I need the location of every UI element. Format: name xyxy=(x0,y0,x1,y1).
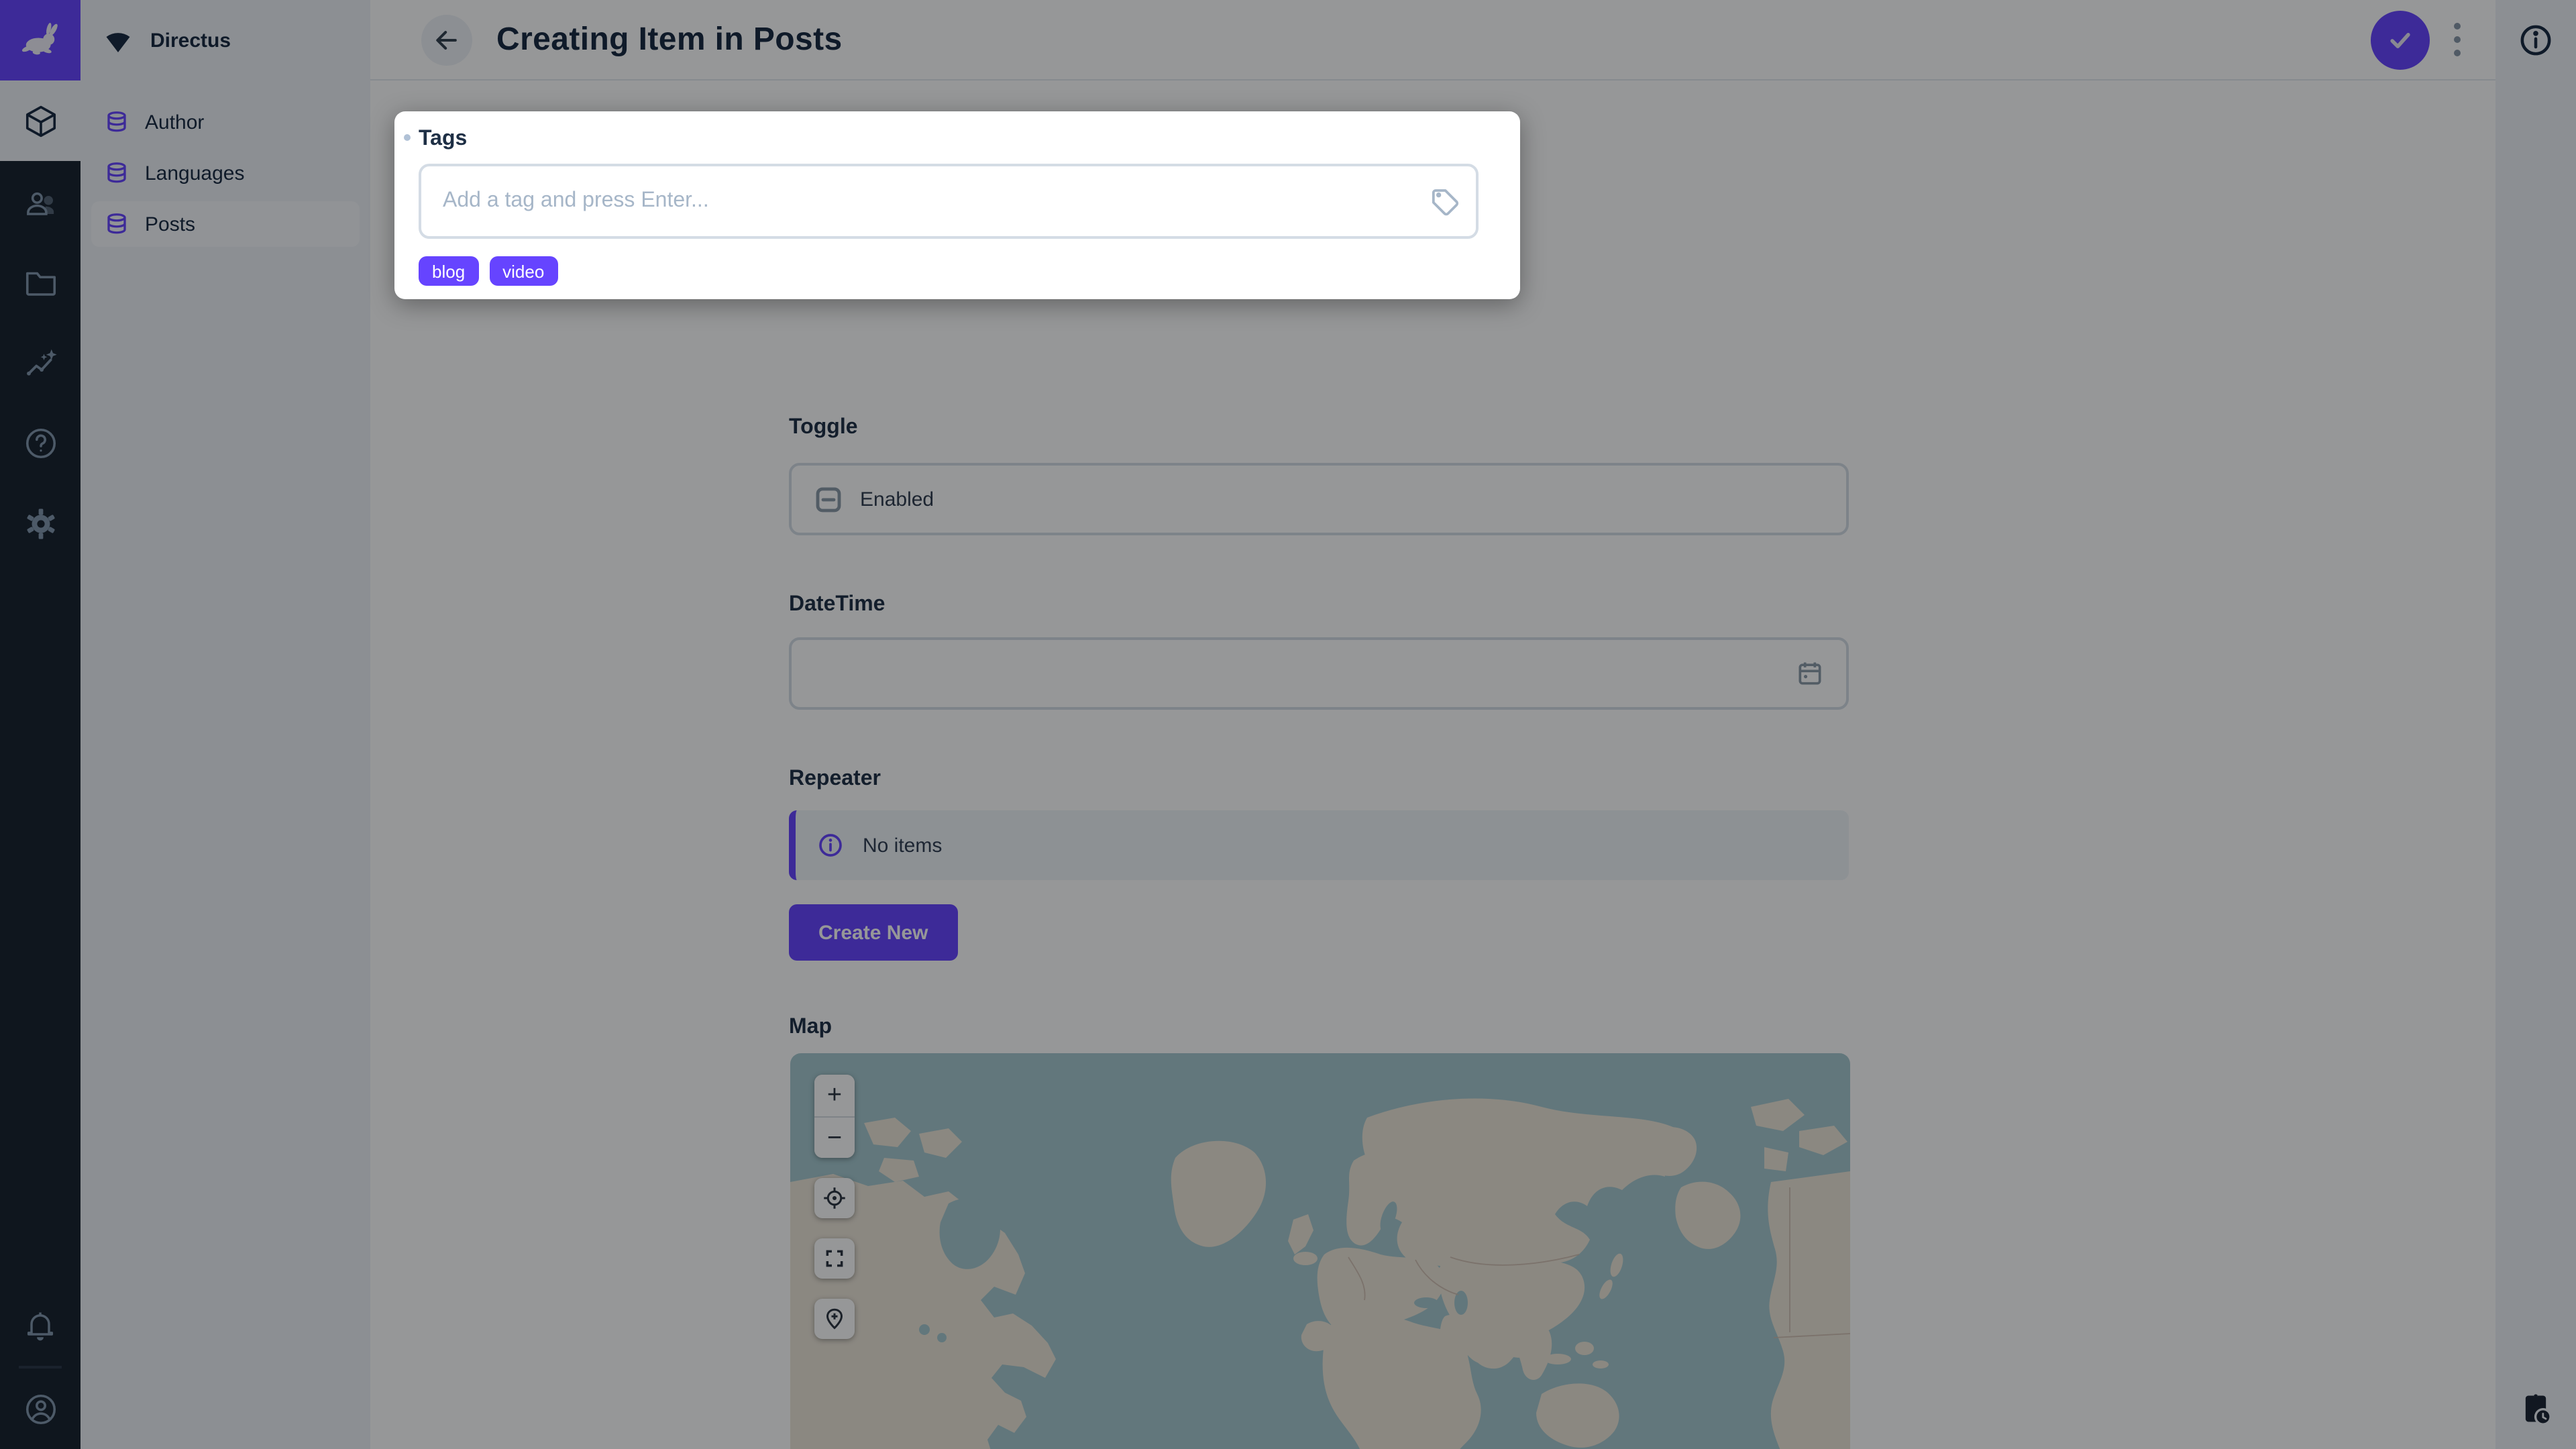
tags-input-wrapper xyxy=(419,164,1479,239)
tag-chip-list: blog video xyxy=(419,256,1520,286)
edited-indicator-dot xyxy=(404,134,411,141)
tags-field-label: Tags xyxy=(419,127,467,152)
tags-label-row: Tags xyxy=(419,127,1520,152)
app-window: Toggle Enabled DateTime Repeater No item… xyxy=(0,0,2576,1449)
tag-chip[interactable]: video xyxy=(489,256,557,286)
tag-icon xyxy=(1429,185,1461,224)
tag-chip[interactable]: blog xyxy=(419,256,478,286)
tags-field-card: Tags blog video xyxy=(394,111,1520,299)
tags-input[interactable] xyxy=(419,164,1479,239)
